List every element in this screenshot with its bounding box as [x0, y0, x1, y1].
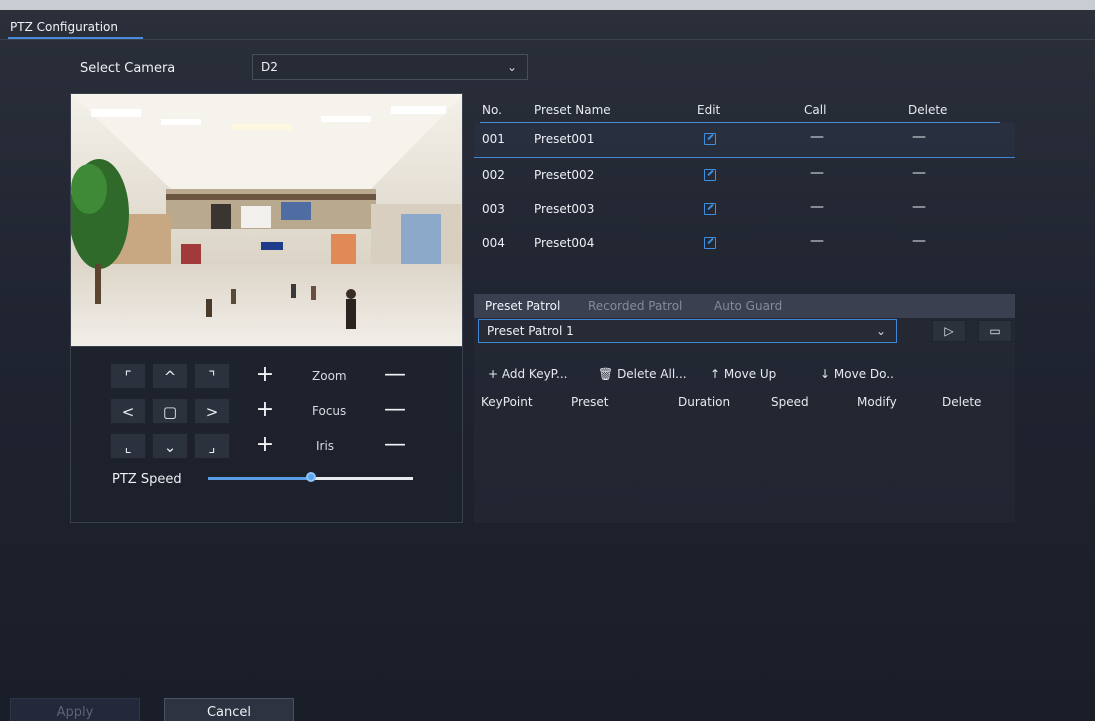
iris-open-button[interactable]: + — [252, 433, 278, 459]
ptz-speed-slider[interactable] — [208, 472, 413, 482]
mall-scene-image — [71, 94, 462, 346]
col-modify: Modify — [857, 395, 897, 409]
call-button[interactable]: — — [810, 199, 824, 215]
delete-button[interactable]: — — [912, 129, 926, 145]
pan-down-right-button[interactable]: ⌟ — [194, 433, 230, 459]
zoom-label: Zoom — [312, 369, 347, 383]
pan-up-button[interactable]: ^ — [152, 363, 188, 389]
add-keypoint-button[interactable]: + Add KeyP... — [488, 367, 567, 381]
patrol-select-value: Preset Patrol 1 — [487, 324, 574, 338]
edit-icon[interactable] — [704, 237, 716, 249]
focus-label: Focus — [312, 404, 347, 418]
preset-name: Preset001 — [534, 132, 595, 146]
delete-all-label: Delete All... — [617, 367, 687, 381]
ptz-speed-fill — [208, 477, 311, 480]
col-delete-patrol: Delete — [942, 395, 982, 409]
cancel-button[interactable]: Cancel — [164, 698, 294, 721]
iris-close-button[interactable]: — — [382, 433, 408, 459]
tab-recorded-patrol[interactable]: Recorded Patrol — [588, 299, 682, 313]
iris-control: + Iris — — [252, 433, 412, 459]
table-row[interactable]: 003 Preset003 — — — [474, 193, 1015, 227]
preset-name: Preset004 — [534, 236, 595, 250]
iris-label: Iris — [316, 439, 335, 453]
edit-icon[interactable] — [704, 133, 716, 145]
pan-down-button[interactable]: ⌄ — [152, 433, 188, 459]
pan-up-left-button[interactable]: ⌜ — [110, 363, 146, 389]
zoom-in-button[interactable]: + — [252, 363, 278, 389]
col-duration: Duration — [678, 395, 731, 409]
delete-all-button[interactable]: 🗑 Delete All... — [598, 367, 687, 381]
pan-up-right-button[interactable]: ⌝ — [194, 363, 230, 389]
col-call: Call — [804, 103, 827, 117]
preset-name: Preset002 — [534, 168, 595, 182]
tab-auto-guard[interactable]: Auto Guard — [714, 299, 782, 313]
ptz-speed-handle[interactable] — [305, 472, 316, 482]
table-row[interactable]: 001 Preset001 — — — [474, 123, 1015, 158]
arrow-down-icon: ↓ — [820, 367, 831, 381]
focus-near-button[interactable]: + — [252, 398, 278, 424]
arrow-up-icon: ↑ — [710, 367, 721, 381]
move-up-label: Move Up — [723, 367, 777, 381]
pan-left-button[interactable]: < — [110, 398, 146, 424]
pan-down-left-button[interactable]: ⌞ — [110, 433, 146, 459]
apply-button[interactable]: Apply — [10, 698, 140, 721]
col-keypoint: KeyPoint — [481, 395, 533, 409]
col-speed: Speed — [771, 395, 809, 409]
table-row[interactable]: 002 Preset002 — — — [474, 159, 1015, 193]
camera-preview — [70, 93, 463, 347]
ptz-configuration-window: PTZ Configuration Select Camera D2 ⌄ ⌜ ^… — [0, 10, 1095, 721]
preset-no: 003 — [482, 202, 505, 216]
trash-icon: 🗑 — [598, 367, 614, 381]
patrol-panel — [474, 318, 1015, 523]
move-up-button[interactable]: ↑ Move Up — [710, 367, 776, 381]
edit-icon[interactable] — [704, 203, 716, 215]
camera-select[interactable]: D2 ⌄ — [252, 54, 528, 80]
call-button[interactable]: — — [810, 129, 824, 145]
focus-control: + Focus — — [252, 398, 412, 424]
patrol-tabs: Preset Patrol Recorded Patrol Auto Guard — [474, 294, 1015, 318]
camera-select-value: D2 — [261, 60, 278, 74]
delete-button[interactable]: — — [912, 233, 926, 249]
ptz-speed-label: PTZ Speed — [112, 472, 182, 487]
play-icon[interactable]: ▷ — [932, 320, 966, 342]
col-preset-name: Preset Name — [534, 103, 611, 117]
window-title: PTZ Configuration — [10, 20, 118, 34]
tab-preset-patrol[interactable]: Preset Patrol — [485, 299, 560, 313]
stop-button[interactable]: ▢ — [152, 398, 188, 424]
pan-right-button[interactable]: > — [194, 398, 230, 424]
chevron-down-icon: ⌄ — [506, 60, 517, 74]
zoom-out-button[interactable]: — — [382, 363, 408, 389]
move-down-label: Move Do.. — [833, 367, 894, 381]
title-rule — [0, 39, 1095, 40]
patrol-select[interactable]: Preset Patrol 1 ⌄ — [478, 319, 897, 343]
preset-no: 001 — [482, 132, 505, 146]
move-down-button[interactable]: ↓ Move Do.. — [820, 367, 894, 381]
call-button[interactable]: — — [810, 233, 824, 249]
col-delete: Delete — [908, 103, 948, 117]
delete-button[interactable]: — — [912, 199, 926, 215]
preset-no: 004 — [482, 236, 505, 250]
call-button[interactable]: — — [810, 165, 824, 181]
stop-icon[interactable]: ▭ — [978, 320, 1012, 342]
chevron-down-icon: ⌄ — [875, 324, 886, 338]
select-camera-label: Select Camera — [80, 61, 176, 76]
preset-name: Preset003 — [534, 202, 595, 216]
delete-button[interactable]: — — [912, 165, 926, 181]
preset-no: 002 — [482, 168, 505, 182]
focus-far-button[interactable]: — — [382, 398, 408, 424]
col-preset: Preset — [571, 395, 609, 409]
col-no: No. — [482, 103, 502, 117]
col-edit: Edit — [697, 103, 721, 117]
edit-icon[interactable] — [704, 169, 716, 181]
table-row[interactable]: 004 Preset004 — — — [474, 227, 1015, 261]
zoom-control: + Zoom — — [252, 363, 412, 389]
